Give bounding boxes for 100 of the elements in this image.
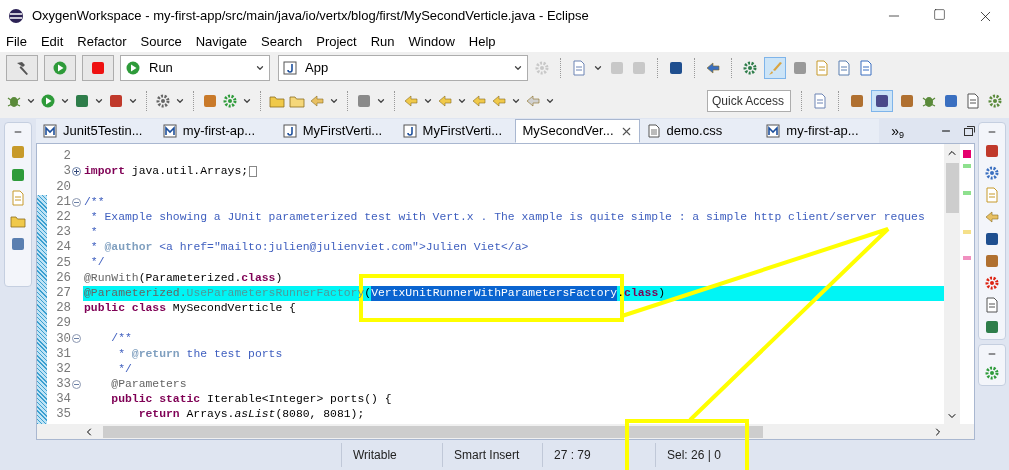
window-title: OxygenWorkspace - my-first-app/src/main/java/io/vertx/blog/first/MySecondVerticle.java - Eclipse bbox=[32, 7, 589, 26]
module-file-icon bbox=[766, 124, 781, 138]
highlight-toggle[interactable] bbox=[764, 57, 786, 79]
overview-marker[interactable] bbox=[963, 230, 971, 234]
editor-tab[interactable]: my-first-ap... bbox=[155, 119, 276, 143]
tab-label: MyFirstVerti... bbox=[422, 122, 503, 141]
scroll-thumb[interactable] bbox=[945, 163, 959, 213]
line-number: 33 bbox=[56, 376, 71, 393]
build-button[interactable] bbox=[6, 55, 38, 81]
vertical-scrollbar[interactable] bbox=[944, 144, 960, 424]
annotation-icon[interactable] bbox=[814, 60, 830, 76]
line-number: 30 bbox=[56, 330, 71, 348]
launch-mode-dropdown[interactable]: Run bbox=[120, 55, 270, 81]
error-marker[interactable] bbox=[963, 150, 971, 158]
menu-item[interactable]: Navigate bbox=[195, 32, 247, 52]
menu-item[interactable]: Window bbox=[408, 32, 455, 52]
line-number: 26 bbox=[56, 269, 71, 287]
code-text: (Parameterized. bbox=[138, 270, 242, 286]
status-field: Sel: 26 | 0 bbox=[655, 443, 755, 467]
tab-label: my-first-ap... bbox=[786, 122, 859, 141]
menu-item[interactable]: File bbox=[6, 32, 27, 52]
code-text: the test ports bbox=[185, 346, 283, 362]
overview-marker[interactable] bbox=[963, 191, 971, 195]
code-text: * bbox=[117, 346, 126, 362]
code-text: <a href="mailto:julien@julienviet.com">Julien Viet</a> bbox=[158, 240, 529, 256]
code-text: @author bbox=[104, 240, 153, 256]
line-number: 34 bbox=[56, 391, 71, 408]
expand-fold-icon[interactable] bbox=[72, 167, 81, 177]
menu-item[interactable]: Project bbox=[316, 32, 357, 52]
code-text: return bbox=[137, 407, 180, 423]
code-text: * bbox=[89, 240, 99, 256]
launch-config-dropdown[interactable]: App bbox=[278, 55, 528, 81]
stop-icon bbox=[91, 61, 105, 75]
brush-icon bbox=[767, 60, 783, 76]
editor-tab[interactable]: my-first-ap... bbox=[759, 119, 880, 143]
run-button[interactable] bbox=[44, 55, 76, 81]
collapse-fold-icon[interactable] bbox=[72, 379, 81, 389]
eclipse-logo-icon bbox=[8, 8, 24, 24]
block-icon[interactable] bbox=[836, 60, 852, 76]
play-icon[interactable] bbox=[40, 93, 56, 109]
code-text: public class bbox=[84, 300, 167, 316]
menu-item[interactable]: Source bbox=[140, 32, 182, 52]
editor-tab[interactable]: MyFirstVerti... bbox=[275, 119, 396, 143]
code-text: import bbox=[84, 164, 125, 180]
folder-icon[interactable] bbox=[289, 93, 305, 109]
status-field: Smart Insert bbox=[442, 443, 542, 467]
overview-marker[interactable] bbox=[963, 164, 971, 168]
outline-icon[interactable] bbox=[10, 190, 26, 206]
line-number: 22 bbox=[56, 209, 71, 226]
java-file-icon bbox=[282, 124, 297, 138]
folded-code-icon[interactable] bbox=[249, 166, 258, 178]
code-text: @RunWith bbox=[84, 270, 139, 286]
overview-marker[interactable] bbox=[963, 256, 971, 260]
new-window-icon[interactable] bbox=[571, 60, 587, 76]
play-icon[interactable] bbox=[52, 60, 68, 76]
module-file-icon bbox=[162, 124, 177, 138]
line-number: 32 bbox=[56, 360, 71, 378]
stop-button[interactable] bbox=[82, 55, 114, 81]
menu-item[interactable]: Run bbox=[370, 32, 395, 52]
declaration-icon[interactable] bbox=[984, 187, 1000, 203]
play-icon[interactable] bbox=[125, 60, 141, 76]
line-number: 28 bbox=[56, 300, 71, 317]
menu-item[interactable]: Help bbox=[468, 32, 496, 52]
scroll-thumb[interactable] bbox=[103, 425, 763, 438]
editor-tab[interactable]: demo.css bbox=[639, 119, 760, 143]
code-text: . bbox=[617, 285, 625, 301]
java-file-icon bbox=[402, 124, 417, 138]
code-text: ) bbox=[275, 270, 283, 286]
collapse-fold-icon[interactable] bbox=[72, 197, 81, 207]
open-perspective-icon[interactable] bbox=[812, 93, 828, 109]
folder-icon[interactable] bbox=[269, 93, 285, 109]
tab-label: my-first-ap... bbox=[182, 122, 256, 141]
status-field: 27 : 79 bbox=[542, 443, 655, 467]
tab-label: MyFirstVerti... bbox=[302, 122, 383, 141]
tab-label: Junit5Testin... bbox=[63, 122, 143, 141]
code-text: class bbox=[241, 270, 276, 286]
tab-label: demo.css bbox=[666, 122, 723, 141]
line-number: 35 bbox=[56, 406, 71, 424]
editor-tab[interactable]: MyFirstVerti... bbox=[395, 119, 516, 143]
menu-item[interactable]: Refactor bbox=[77, 32, 127, 52]
code-text: class bbox=[624, 285, 659, 301]
code-text: Iterable<Integer> ports() { bbox=[206, 392, 392, 408]
maximize-view-icon[interactable] bbox=[964, 126, 976, 136]
editor-tab[interactable]: Junit5Testin... bbox=[36, 119, 156, 143]
code-text: @Parameterized. bbox=[84, 285, 187, 301]
line-number: 31 bbox=[56, 345, 71, 363]
menu-item[interactable]: Edit bbox=[40, 32, 64, 52]
menu-item[interactable]: Search bbox=[261, 32, 303, 52]
code-text: ) bbox=[658, 285, 666, 301]
editor-tab[interactable]: MySecondVer... bbox=[515, 119, 640, 143]
code-text: * bbox=[89, 225, 98, 241]
collapse-fold-icon[interactable] bbox=[72, 334, 81, 344]
quick-access-field[interactable]: Quick Access bbox=[707, 90, 791, 112]
line-number: 24 bbox=[56, 239, 71, 257]
tab-overflow-button[interactable]: »$_{9}$ bbox=[891, 120, 905, 142]
maximize-icon[interactable] bbox=[933, 7, 946, 21]
document-icon[interactable] bbox=[984, 297, 1000, 313]
paragraph-icon[interactable] bbox=[858, 60, 874, 76]
horizontal-scrollbar[interactable] bbox=[37, 424, 974, 439]
folder-icon[interactable] bbox=[10, 213, 26, 229]
